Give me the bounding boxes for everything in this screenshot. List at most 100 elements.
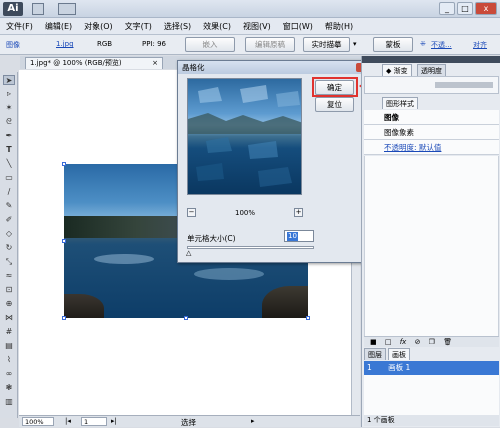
- status-menu-icon[interactable]: ▸: [251, 417, 255, 425]
- rotate-tool-icon[interactable]: ↻: [3, 243, 15, 253]
- dialog-title: 晶格化: [178, 61, 378, 74]
- menu-select[interactable]: 选择(S): [158, 18, 197, 35]
- selection-handle[interactable]: [62, 239, 66, 243]
- maximize-button[interactable]: □: [457, 2, 473, 15]
- artboard-row[interactable]: 1 画板 1: [364, 361, 499, 375]
- highlight-ok-box: [312, 77, 358, 97]
- rectangle-tool-icon[interactable]: ▭: [3, 173, 15, 183]
- selection-tool-icon[interactable]: ➤: [3, 75, 15, 85]
- menu-window[interactable]: 窗口(W): [277, 18, 319, 35]
- symbol-sprayer-tool-icon[interactable]: ❃: [3, 383, 15, 393]
- mesh-tool-icon[interactable]: #: [3, 327, 15, 337]
- right-panel-dock: ◆ 渐变 透明度 图形样式 图像 图像象素 不透明度: 默认值 ■ □ fx ⊘…: [361, 56, 500, 427]
- free-transform-tool-icon[interactable]: ⊡: [3, 285, 15, 295]
- artboard-index: 1: [367, 363, 372, 372]
- zoom-in-button[interactable]: +: [294, 208, 303, 217]
- artboard-number-select[interactable]: 1: [81, 417, 107, 426]
- first-page-icon[interactable]: |◂: [65, 417, 71, 425]
- preview-zoom-label: 100%: [235, 209, 256, 217]
- tab-transparency[interactable]: 透明度: [417, 64, 446, 76]
- appearance-row-image[interactable]: 图像: [364, 110, 499, 125]
- menu-view[interactable]: 视图(V): [237, 18, 277, 35]
- type-tool-icon[interactable]: T: [3, 145, 15, 155]
- reset-button[interactable]: 复位: [315, 97, 354, 112]
- menu-edit[interactable]: 编辑(E): [39, 18, 78, 35]
- selection-handle[interactable]: [184, 316, 188, 320]
- embed-button[interactable]: 嵌入: [185, 37, 235, 52]
- warp-tool-icon[interactable]: ≈: [3, 271, 15, 281]
- selection-handle[interactable]: [62, 316, 66, 320]
- eraser-tool-icon[interactable]: ◇: [3, 229, 15, 239]
- menu-bar: 文件(F) 编辑(E) 对象(O) 文字(T) 选择(S) 效果(C) 视图(V…: [0, 18, 500, 35]
- cell-size-slider-thumb[interactable]: △: [186, 250, 191, 257]
- direct-selection-tool-icon[interactable]: ▹: [3, 89, 15, 99]
- column-graph-tool-icon[interactable]: ▥: [3, 397, 15, 407]
- blend-tool-icon[interactable]: ∞: [3, 369, 15, 379]
- cell-size-slider-track[interactable]: [187, 246, 314, 249]
- mask-button[interactable]: 蒙板: [373, 37, 413, 52]
- close-button[interactable]: x: [475, 2, 497, 15]
- tab-artboards[interactable]: 画板: [388, 348, 410, 360]
- pencil-tool-icon[interactable]: ✎: [3, 201, 15, 211]
- zoom-out-button[interactable]: −: [187, 208, 196, 217]
- shape-builder-tool-icon[interactable]: ⊕: [3, 299, 15, 309]
- filter-preview[interactable]: [187, 78, 302, 195]
- perspective-grid-tool-icon[interactable]: ⋈: [3, 313, 15, 323]
- paintbrush-tool-icon[interactable]: ∕: [3, 187, 15, 197]
- gradient-tool-icon[interactable]: ▤: [3, 341, 15, 351]
- live-trace-dropdown-icon[interactable]: ▾: [353, 40, 361, 50]
- clear-icon[interactable]: ⊘: [415, 338, 421, 346]
- next-page-icon[interactable]: ▸|: [111, 417, 117, 425]
- ppi-label: PPI: 96: [142, 40, 166, 48]
- window-controls: _ □ x: [439, 2, 497, 15]
- title-bar: Ai _ □ x: [0, 0, 500, 18]
- tab-graphic-styles[interactable]: 图形样式: [382, 97, 418, 109]
- line-tool-icon[interactable]: ╲: [3, 159, 15, 169]
- scale-tool-icon[interactable]: ⤡: [3, 257, 15, 267]
- menu-effect[interactable]: 效果(C): [197, 18, 237, 35]
- pen-tool-icon[interactable]: ✒: [3, 131, 15, 141]
- opacity-link[interactable]: 不透...: [431, 40, 452, 50]
- artboard-count: 1 个画板: [364, 415, 499, 426]
- control-bar: 图像 1.jpg RGB PPI: 96 嵌入 编辑原稿 实时描摹 ▾ 蒙板 ⁜…: [0, 35, 500, 55]
- blob-brush-tool-icon[interactable]: ✐: [3, 215, 15, 225]
- duplicate-icon[interactable]: ❐: [429, 338, 435, 346]
- cell-size-value: 10: [287, 232, 298, 241]
- cell-size-input[interactable]: 10: [284, 230, 314, 242]
- linked-file-link[interactable]: 1.jpg: [56, 40, 74, 48]
- add-fill-icon[interactable]: □: [385, 338, 392, 346]
- lasso-tool-icon[interactable]: ᘓ: [3, 117, 15, 127]
- gradient-bar[interactable]: [435, 82, 493, 88]
- live-trace-button[interactable]: 实时描摹: [303, 37, 350, 52]
- app-logo: Ai: [3, 2, 23, 16]
- menu-type[interactable]: 文字(T): [119, 18, 158, 35]
- close-tab-icon[interactable]: ×: [152, 58, 158, 69]
- object-type-label: 图像: [6, 41, 20, 49]
- zoom-select[interactable]: 100%: [22, 417, 54, 426]
- selection-handle[interactable]: [62, 162, 66, 166]
- color-mode-label: RGB: [97, 40, 113, 48]
- align-link[interactable]: 对齐: [473, 40, 487, 50]
- eyedropper-tool-icon[interactable]: ⌇: [3, 355, 15, 365]
- tab-gradient[interactable]: ◆ 渐变: [382, 64, 412, 76]
- minimize-button[interactable]: _: [439, 2, 455, 15]
- tab-layers[interactable]: 图层: [364, 348, 386, 360]
- fx-icon[interactable]: fx: [400, 338, 407, 346]
- arrange-documents-icon[interactable]: [58, 3, 76, 15]
- appearance-row-pixels[interactable]: 图像象素: [364, 125, 499, 140]
- bridge-icon[interactable]: [32, 3, 44, 15]
- add-stroke-icon[interactable]: ■: [370, 338, 377, 346]
- selection-handle[interactable]: [306, 316, 310, 320]
- transform-icon[interactable]: ⁜: [420, 40, 426, 48]
- appearance-footer: ■ □ fx ⊘ ❐ 🗑: [364, 336, 499, 347]
- menu-help[interactable]: 帮助(H): [319, 18, 359, 35]
- menu-object[interactable]: 对象(O): [78, 18, 119, 35]
- edit-original-button[interactable]: 编辑原稿: [245, 37, 295, 52]
- magic-wand-tool-icon[interactable]: ✶: [3, 103, 15, 113]
- appearance-row-opacity[interactable]: 不透明度: 默认值: [364, 140, 499, 155]
- status-bar: 100% |◂ 1 ▸| 选择 ▸: [19, 415, 360, 427]
- menu-file[interactable]: 文件(F): [0, 18, 39, 35]
- document-tab-label: 1.jpg* @ 100% (RGB/预览): [30, 59, 122, 67]
- document-tab[interactable]: 1.jpg* @ 100% (RGB/预览) ×: [25, 57, 163, 69]
- delete-icon[interactable]: 🗑: [443, 338, 452, 346]
